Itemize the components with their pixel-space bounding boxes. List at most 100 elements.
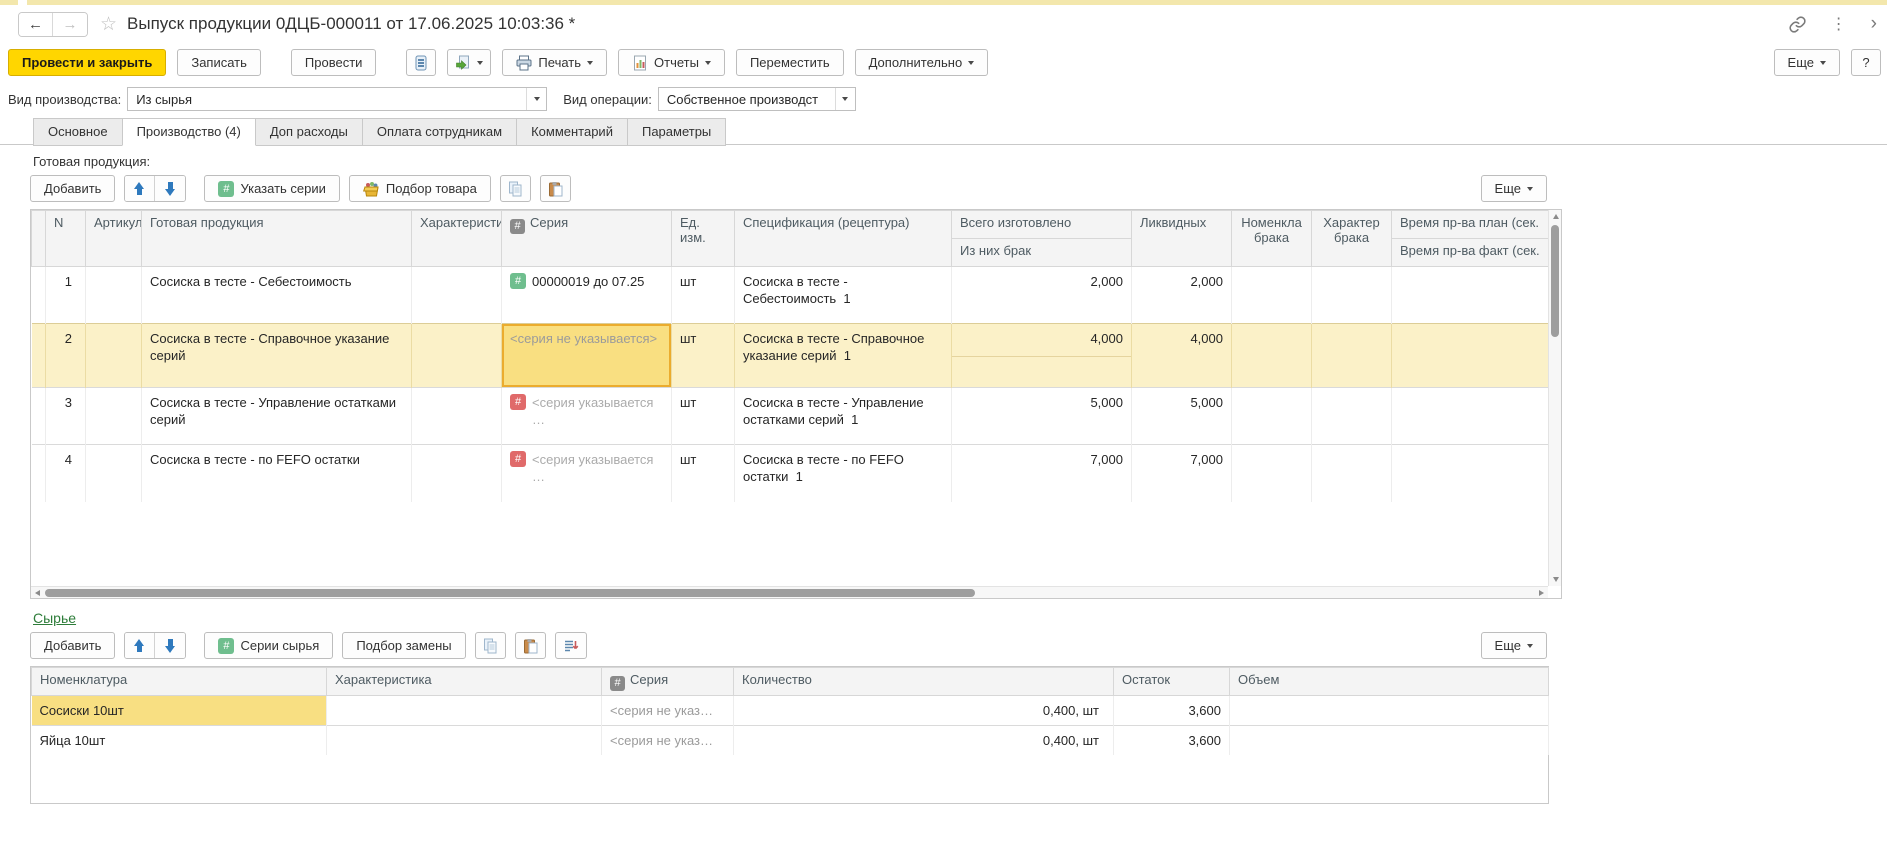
copy-rows-button[interactable] (475, 632, 506, 659)
scroll-up-icon[interactable] (1553, 214, 1559, 219)
cell-unit[interactable]: шт (672, 388, 735, 445)
cell-n[interactable]: 3 (46, 388, 86, 445)
raw-materials-link[interactable]: Сырье (33, 610, 76, 626)
replacement-pick-button[interactable]: Подбор замены (342, 632, 465, 659)
cell-defect-nom[interactable] (1232, 267, 1312, 324)
vertical-scrollbar[interactable] (1548, 210, 1561, 586)
related-documents-button[interactable] (406, 49, 436, 76)
cell-product[interactable]: Сосиска в тесте - Себестоимость (142, 267, 412, 324)
cell-unit[interactable]: шт (672, 267, 735, 324)
cell-liquid[interactable]: 4,000 (1132, 324, 1232, 388)
cell-characteristic[interactable] (412, 324, 502, 388)
add-product-button[interactable]: Добавить (30, 175, 115, 202)
table-row[interactable]: 3 Сосиска в тесте - Управление остатками… (32, 388, 1549, 445)
move-row-down-button[interactable] (155, 633, 185, 658)
cell-volume[interactable] (1230, 696, 1549, 726)
horizontal-scroll-thumb[interactable] (45, 589, 975, 597)
collapse-panel-icon[interactable]: › (1871, 13, 1877, 35)
tab-extra-costs[interactable]: Доп расходы (255, 118, 363, 146)
cell-n[interactable]: 2 (46, 324, 86, 388)
cell-total[interactable]: 4,000 (952, 324, 1132, 388)
horizontal-scrollbar[interactable] (31, 586, 1548, 598)
cell-article[interactable] (86, 324, 142, 388)
nav-back-button[interactable]: ← (19, 13, 53, 36)
cell-total[interactable]: 7,000 (952, 445, 1132, 502)
cell-article[interactable] (86, 388, 142, 445)
cell-spec[interactable]: Сосиска в тесте - Управление остатками с… (735, 388, 952, 445)
scroll-left-icon[interactable] (35, 590, 40, 596)
tab-comment[interactable]: Комментарий (516, 118, 628, 146)
raw-series-button[interactable]: # Серии сырья (204, 632, 333, 659)
cell-liquid[interactable]: 7,000 (1132, 445, 1232, 502)
combo-dropdown-icon[interactable] (526, 88, 546, 110)
combo-dropdown-icon[interactable] (835, 88, 855, 110)
cell-defect-char[interactable] (1312, 445, 1392, 502)
cell-unit[interactable]: шт (672, 324, 735, 388)
add-raw-button[interactable]: Добавить (30, 632, 115, 659)
paste-rows-button[interactable] (540, 175, 571, 202)
post-and-close-button[interactable]: Провести и закрыть (8, 49, 166, 76)
cell-series[interactable]: #<серия указывается … (502, 445, 672, 502)
cell-series[interactable]: #<серия указывается … (502, 388, 672, 445)
table-row-selected[interactable]: Сосиски 10шт <серия не указ… 0,400, шт 3… (32, 696, 1549, 726)
cell-characteristic[interactable] (412, 445, 502, 502)
cell-article[interactable] (86, 267, 142, 324)
cell-time[interactable] (1392, 445, 1549, 502)
additional-button[interactable]: Дополнительно (855, 49, 989, 76)
cell-defect-nom[interactable] (1232, 388, 1312, 445)
cell-product[interactable]: Сосиска в тесте - по FEFO остатки (142, 445, 412, 502)
cell-nomenclature[interactable]: Яйца 10шт (32, 726, 327, 756)
reports-button[interactable]: Отчеты (618, 49, 725, 76)
cell-characteristic[interactable] (412, 267, 502, 324)
cell-time[interactable] (1392, 388, 1549, 445)
favorite-star-icon[interactable]: ☆ (100, 13, 117, 36)
cell-quantity[interactable]: 0,400, шт (734, 696, 1114, 726)
cell-time[interactable] (1392, 267, 1549, 324)
cell-product[interactable]: Сосиска в тесте - Управление остатками с… (142, 388, 412, 445)
operation-type-combobox[interactable]: Собственное производст (658, 87, 856, 111)
cell-product[interactable]: Сосиска в тесте - Справочное указание се… (142, 324, 412, 388)
table-row-selected[interactable]: 2 Сосиска в тесте - Справочное указание … (32, 324, 1549, 388)
cell-article[interactable] (86, 445, 142, 502)
cell-series[interactable]: <серия не указ… (602, 696, 734, 726)
more-menu-kebab-icon[interactable]: ⋮ (1831, 14, 1847, 34)
cell-defect-char[interactable] (1312, 388, 1392, 445)
cell-unit[interactable]: шт (672, 445, 735, 502)
cell-total[interactable]: 2,000 (952, 267, 1132, 324)
cell-n[interactable]: 4 (46, 445, 86, 502)
write-button[interactable]: Записать (177, 49, 261, 76)
get-link-icon[interactable] (1788, 15, 1807, 34)
cell-defect-nom[interactable] (1232, 324, 1312, 388)
cell-defect-nom[interactable] (1232, 445, 1312, 502)
tab-parameters[interactable]: Параметры (627, 118, 726, 146)
cell-liquid[interactable]: 5,000 (1132, 388, 1232, 445)
cell-volume[interactable] (1230, 726, 1549, 756)
cell-series-focused[interactable]: <серия не указывается> (502, 324, 672, 388)
form-more-button[interactable]: Еще (1774, 49, 1840, 76)
cell-defect-char[interactable] (1312, 324, 1392, 388)
fill-by-spec-button[interactable] (555, 632, 587, 659)
create-based-on-button[interactable] (447, 49, 491, 76)
raw-more-button[interactable]: Еще (1481, 632, 1547, 659)
finished-goods-more-button[interactable]: Еще (1481, 175, 1547, 202)
cell-total[interactable]: 5,000 (952, 388, 1132, 445)
help-button[interactable]: ? (1851, 49, 1881, 76)
cell-rest[interactable]: 3,600 (1114, 726, 1230, 756)
cell-quantity[interactable]: 0,400, шт (734, 726, 1114, 756)
cell-characteristic[interactable] (327, 726, 602, 756)
cell-time[interactable] (1392, 324, 1549, 388)
post-button[interactable]: Провести (291, 49, 377, 76)
cell-characteristic[interactable] (412, 388, 502, 445)
scroll-right-icon[interactable] (1539, 590, 1544, 596)
tab-production[interactable]: Производство (4) (122, 118, 256, 146)
move-row-down-button[interactable] (155, 176, 185, 201)
cell-spec[interactable]: Сосиска в тесте - Справочное указание се… (735, 324, 952, 388)
print-button[interactable]: Печать (502, 49, 607, 76)
nav-forward-button[interactable]: → (53, 13, 87, 36)
cell-characteristic[interactable] (327, 696, 602, 726)
production-type-combobox[interactable]: Из сырья (127, 87, 547, 111)
table-row[interactable]: 4 Сосиска в тесте - по FEFO остатки #<се… (32, 445, 1549, 502)
scroll-down-icon[interactable] (1553, 577, 1559, 582)
goods-pick-button[interactable]: Подбор товара (349, 175, 491, 202)
paste-rows-button[interactable] (515, 632, 546, 659)
